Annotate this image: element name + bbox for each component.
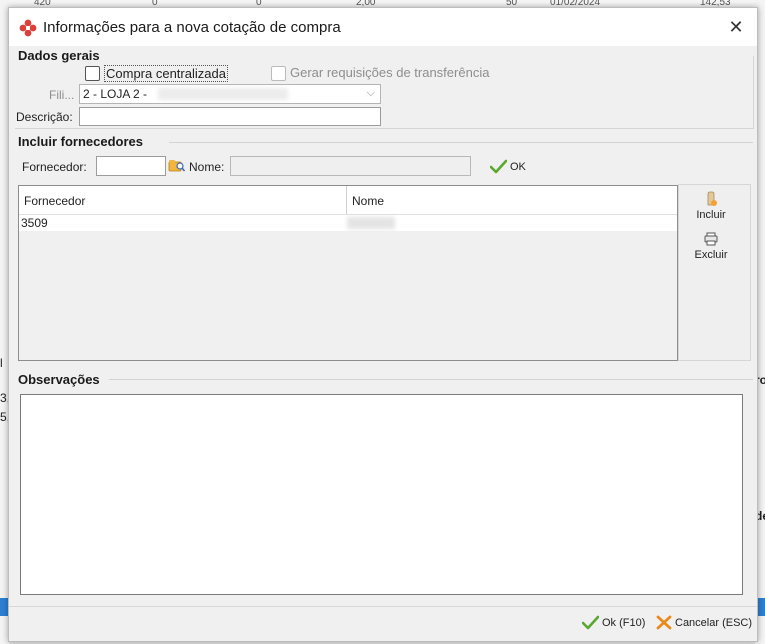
incluir-fornecedores-divider — [169, 142, 753, 143]
add-supplier-ok-button[interactable]: OK — [490, 159, 526, 174]
add-record-icon — [707, 191, 717, 206]
incluir-label: Incluir — [696, 209, 726, 221]
dialog-footer: Ok (F10) Cancelar (ESC) — [9, 606, 757, 641]
grid-header: Fornecedor Nome — [19, 186, 677, 215]
section-observacoes-title: Observações — [18, 372, 100, 387]
nova-cotacao-dialog: Informações para a nova cotação de compr… — [8, 7, 758, 642]
compra-centralizada-checkbox[interactable] — [85, 66, 100, 81]
fornecedores-grid: Fornecedor Nome 3509 — [18, 185, 678, 361]
filial-label: Fili... — [49, 88, 75, 102]
column-header-nome[interactable]: Nome — [347, 186, 677, 214]
ok-button[interactable]: Ok (F10) — [582, 615, 645, 630]
gerar-requisicoes-checkbox[interactable] — [271, 66, 286, 81]
fornecedor-code-input[interactable] — [96, 156, 166, 176]
compra-centralizada-label[interactable]: Compra centralizada — [104, 65, 228, 82]
filial-value: 2 - LOJA 2 - — [83, 87, 148, 101]
nome-label: Nome: — [189, 160, 225, 174]
search-supplier-icon[interactable] — [168, 158, 185, 173]
background-glyph: l — [0, 356, 3, 370]
excluir-button[interactable]: Excluir — [681, 231, 741, 261]
descricao-input[interactable] — [79, 107, 381, 126]
check-icon — [490, 159, 507, 174]
cancel-x-icon — [656, 615, 672, 630]
app-logo-icon — [19, 19, 37, 37]
dialog-titlebar: Informações para a nova cotação de compr… — [9, 8, 757, 46]
observacoes-textarea[interactable] — [20, 394, 743, 595]
cell-fornecedor: 3509 — [21, 216, 48, 230]
excluir-label: Excluir — [694, 249, 728, 261]
nome-field — [230, 156, 471, 176]
section-incluir-fornecedores-title: Incluir fornecedores — [18, 134, 143, 149]
ok-button-label: Ok (F10) — [602, 616, 646, 629]
close-button[interactable]: ✕ — [721, 14, 751, 40]
add-supplier-ok-label: OK — [510, 160, 526, 173]
chevron-down-icon: ⌵ — [366, 87, 375, 99]
dialog-title: Informações para a nova cotação de compr… — [43, 19, 341, 36]
delete-record-icon — [704, 232, 718, 246]
cancel-button-label: Cancelar (ESC) — [675, 616, 753, 629]
observacoes-divider — [109, 379, 753, 380]
gerar-requisicoes-label: Gerar requisições de transferência — [290, 65, 490, 80]
table-row[interactable]: 3509 — [19, 215, 677, 231]
filial-name-redacted — [158, 88, 288, 100]
cancel-button[interactable]: Cancelar (ESC) — [656, 615, 752, 630]
incluir-button[interactable]: Incluir — [681, 191, 741, 221]
fornecedor-label: Fornecedor: — [22, 160, 87, 174]
column-header-fornecedor[interactable]: Fornecedor — [19, 186, 347, 214]
descricao-label: Descrição: — [16, 110, 73, 124]
grid-actions-panel: Incluir Excluir — [678, 184, 751, 361]
filial-select[interactable]: 2 - LOJA 2 - ⌵ — [79, 84, 381, 104]
check-icon — [582, 615, 599, 630]
cell-nome-redacted — [347, 217, 395, 229]
